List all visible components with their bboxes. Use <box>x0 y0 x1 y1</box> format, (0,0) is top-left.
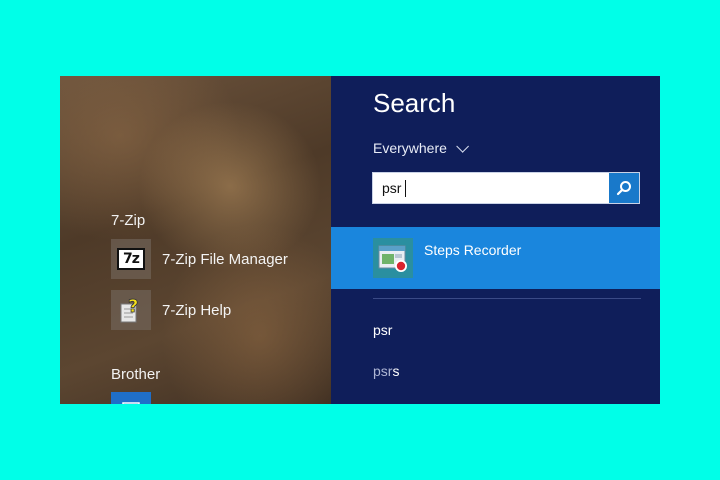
suggestion-item[interactable]: psr <box>373 322 392 338</box>
7zip-logo-icon: 7z <box>111 239 151 279</box>
search-input[interactable] <box>373 173 609 203</box>
search-scope-label: Everywhere <box>373 140 447 156</box>
result-steps-recorder[interactable]: Steps Recorder <box>331 227 660 289</box>
group-header-brother: Brother <box>111 366 161 383</box>
chevron-down-icon <box>456 139 469 153</box>
brother-app-icon <box>111 392 151 404</box>
app-7zip-help[interactable]: ? 7-Zip Help <box>111 290 231 330</box>
text-caret <box>405 180 406 197</box>
search-title: Search <box>373 88 456 118</box>
search-charm-panel: Search Everywhere psr Steps Recorder psr… <box>331 76 660 404</box>
search-icon <box>616 181 631 196</box>
suggestion-matched-text: psr <box>373 322 393 338</box>
start-screen: 7-Zip 7z 7-Zip File Manager ? 7-Zip Help… <box>60 76 660 404</box>
help-document-icon: ? <box>111 290 151 330</box>
apps-list-panel: 7-Zip 7z 7-Zip File Manager ? 7-Zip Help… <box>60 76 331 404</box>
svg-text:?: ? <box>128 296 138 317</box>
search-box <box>372 172 640 204</box>
app-7zip-file-manager[interactable]: 7z 7-Zip File Manager <box>111 239 288 279</box>
result-label: Steps Recorder <box>424 242 522 258</box>
suggestion-matched-text: psr <box>373 363 393 379</box>
results-divider <box>373 298 641 299</box>
app-label: 7-Zip File Manager <box>162 250 288 268</box>
steps-recorder-icon <box>373 238 413 278</box>
group-header-7zip: 7-Zip <box>111 212 146 229</box>
suggestion-item[interactable]: psrs <box>373 363 399 379</box>
app-brother[interactable] <box>111 392 151 404</box>
app-label: 7-Zip Help <box>162 301 232 319</box>
search-button[interactable] <box>609 173 639 203</box>
search-scope-dropdown[interactable]: Everywhere <box>373 139 469 156</box>
suggestion-rest-text: s <box>392 363 400 379</box>
